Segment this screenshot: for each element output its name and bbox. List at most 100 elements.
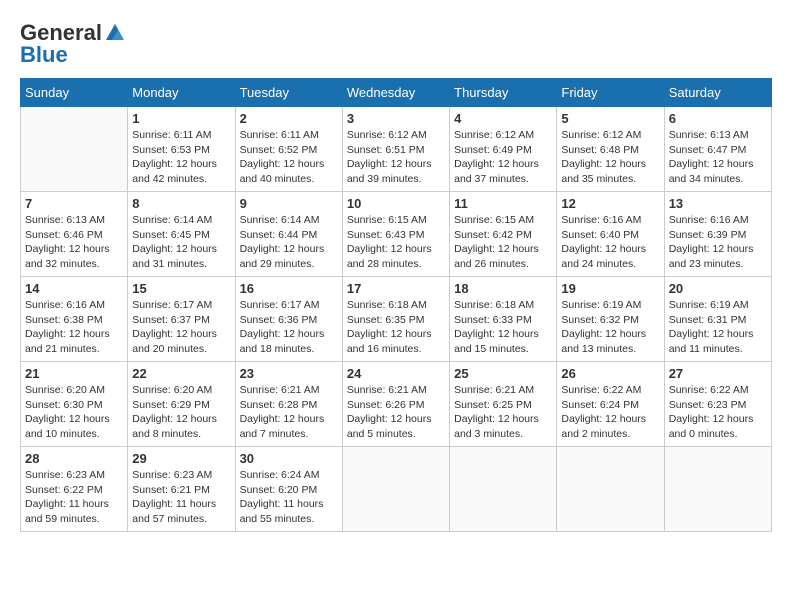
day-number: 11 (454, 196, 552, 211)
calendar-day-cell: 27 Sunrise: 6:22 AM Sunset: 6:23 PM Dayl… (664, 362, 771, 447)
day-number: 10 (347, 196, 445, 211)
daylight-label: Daylight: 12 hours and 20 minutes. (132, 328, 217, 355)
day-info: Sunrise: 6:19 AM Sunset: 6:31 PM Dayligh… (669, 298, 767, 357)
calendar-day-cell: 5 Sunrise: 6:12 AM Sunset: 6:48 PM Dayli… (557, 107, 664, 192)
calendar-day-cell: 16 Sunrise: 6:17 AM Sunset: 6:36 PM Dayl… (235, 277, 342, 362)
daylight-label: Daylight: 12 hours and 32 minutes. (25, 243, 110, 270)
sunrise-label: Sunrise: 6:13 AM (25, 214, 105, 226)
sunset-label: Sunset: 6:25 PM (454, 399, 532, 411)
day-info: Sunrise: 6:20 AM Sunset: 6:30 PM Dayligh… (25, 383, 123, 442)
sunset-label: Sunset: 6:37 PM (132, 314, 210, 326)
day-number: 30 (240, 451, 338, 466)
day-number: 8 (132, 196, 230, 211)
day-info: Sunrise: 6:23 AM Sunset: 6:22 PM Dayligh… (25, 468, 123, 527)
sunset-label: Sunset: 6:28 PM (240, 399, 318, 411)
calendar-day-cell: 26 Sunrise: 6:22 AM Sunset: 6:24 PM Dayl… (557, 362, 664, 447)
calendar-day-cell (342, 447, 449, 532)
daylight-label: Daylight: 12 hours and 18 minutes. (240, 328, 325, 355)
calendar-header-cell: Saturday (664, 79, 771, 107)
day-info: Sunrise: 6:21 AM Sunset: 6:25 PM Dayligh… (454, 383, 552, 442)
day-number: 17 (347, 281, 445, 296)
day-info: Sunrise: 6:19 AM Sunset: 6:32 PM Dayligh… (561, 298, 659, 357)
sunrise-label: Sunrise: 6:17 AM (132, 299, 212, 311)
sunset-label: Sunset: 6:23 PM (669, 399, 747, 411)
sunset-label: Sunset: 6:30 PM (25, 399, 103, 411)
daylight-label: Daylight: 12 hours and 7 minutes. (240, 413, 325, 440)
calendar-header-cell: Wednesday (342, 79, 449, 107)
day-number: 27 (669, 366, 767, 381)
sunset-label: Sunset: 6:38 PM (25, 314, 103, 326)
daylight-label: Daylight: 11 hours and 57 minutes. (132, 498, 216, 525)
day-number: 22 (132, 366, 230, 381)
calendar-day-cell: 24 Sunrise: 6:21 AM Sunset: 6:26 PM Dayl… (342, 362, 449, 447)
day-number: 21 (25, 366, 123, 381)
page-header: General Blue (20, 20, 772, 68)
daylight-label: Daylight: 12 hours and 5 minutes. (347, 413, 432, 440)
daylight-label: Daylight: 12 hours and 23 minutes. (669, 243, 754, 270)
day-info: Sunrise: 6:12 AM Sunset: 6:49 PM Dayligh… (454, 128, 552, 187)
sunrise-label: Sunrise: 6:16 AM (25, 299, 105, 311)
calendar-week-row: 14 Sunrise: 6:16 AM Sunset: 6:38 PM Dayl… (21, 277, 772, 362)
daylight-label: Daylight: 12 hours and 26 minutes. (454, 243, 539, 270)
calendar-header: SundayMondayTuesdayWednesdayThursdayFrid… (21, 79, 772, 107)
day-number: 23 (240, 366, 338, 381)
sunrise-label: Sunrise: 6:20 AM (132, 384, 212, 396)
calendar-day-cell: 3 Sunrise: 6:12 AM Sunset: 6:51 PM Dayli… (342, 107, 449, 192)
sunset-label: Sunset: 6:33 PM (454, 314, 532, 326)
sunrise-label: Sunrise: 6:13 AM (669, 129, 749, 141)
day-info: Sunrise: 6:17 AM Sunset: 6:37 PM Dayligh… (132, 298, 230, 357)
day-info: Sunrise: 6:22 AM Sunset: 6:24 PM Dayligh… (561, 383, 659, 442)
calendar-day-cell: 20 Sunrise: 6:19 AM Sunset: 6:31 PM Dayl… (664, 277, 771, 362)
sunset-label: Sunset: 6:52 PM (240, 144, 318, 156)
daylight-label: Daylight: 12 hours and 13 minutes. (561, 328, 646, 355)
calendar-day-cell: 7 Sunrise: 6:13 AM Sunset: 6:46 PM Dayli… (21, 192, 128, 277)
day-number: 2 (240, 111, 338, 126)
daylight-label: Daylight: 12 hours and 37 minutes. (454, 158, 539, 185)
day-info: Sunrise: 6:14 AM Sunset: 6:45 PM Dayligh… (132, 213, 230, 272)
day-number: 20 (669, 281, 767, 296)
sunset-label: Sunset: 6:22 PM (25, 484, 103, 496)
sunset-label: Sunset: 6:26 PM (347, 399, 425, 411)
calendar-table: SundayMondayTuesdayWednesdayThursdayFrid… (20, 78, 772, 532)
daylight-label: Daylight: 12 hours and 29 minutes. (240, 243, 325, 270)
sunrise-label: Sunrise: 6:14 AM (132, 214, 212, 226)
daylight-label: Daylight: 11 hours and 55 minutes. (240, 498, 324, 525)
sunrise-label: Sunrise: 6:15 AM (454, 214, 534, 226)
day-number: 25 (454, 366, 552, 381)
day-info: Sunrise: 6:13 AM Sunset: 6:47 PM Dayligh… (669, 128, 767, 187)
day-number: 4 (454, 111, 552, 126)
daylight-label: Daylight: 12 hours and 16 minutes. (347, 328, 432, 355)
day-info: Sunrise: 6:20 AM Sunset: 6:29 PM Dayligh… (132, 383, 230, 442)
sunset-label: Sunset: 6:29 PM (132, 399, 210, 411)
day-info: Sunrise: 6:22 AM Sunset: 6:23 PM Dayligh… (669, 383, 767, 442)
sunrise-label: Sunrise: 6:21 AM (454, 384, 534, 396)
calendar-header-cell: Friday (557, 79, 664, 107)
calendar-day-cell: 2 Sunrise: 6:11 AM Sunset: 6:52 PM Dayli… (235, 107, 342, 192)
day-number: 5 (561, 111, 659, 126)
day-info: Sunrise: 6:17 AM Sunset: 6:36 PM Dayligh… (240, 298, 338, 357)
sunrise-label: Sunrise: 6:11 AM (240, 129, 319, 141)
day-number: 18 (454, 281, 552, 296)
daylight-label: Daylight: 12 hours and 3 minutes. (454, 413, 539, 440)
logo-blue-text: Blue (20, 42, 68, 68)
calendar-day-cell: 29 Sunrise: 6:23 AM Sunset: 6:21 PM Dayl… (128, 447, 235, 532)
day-info: Sunrise: 6:13 AM Sunset: 6:46 PM Dayligh… (25, 213, 123, 272)
calendar-day-cell: 25 Sunrise: 6:21 AM Sunset: 6:25 PM Dayl… (450, 362, 557, 447)
logo: General Blue (20, 20, 126, 68)
calendar-day-cell: 17 Sunrise: 6:18 AM Sunset: 6:35 PM Dayl… (342, 277, 449, 362)
sunrise-label: Sunrise: 6:23 AM (25, 469, 105, 481)
day-number: 28 (25, 451, 123, 466)
calendar-day-cell: 30 Sunrise: 6:24 AM Sunset: 6:20 PM Dayl… (235, 447, 342, 532)
sunrise-label: Sunrise: 6:19 AM (561, 299, 641, 311)
day-number: 16 (240, 281, 338, 296)
sunset-label: Sunset: 6:39 PM (669, 229, 747, 241)
calendar-day-cell: 11 Sunrise: 6:15 AM Sunset: 6:42 PM Dayl… (450, 192, 557, 277)
day-info: Sunrise: 6:16 AM Sunset: 6:40 PM Dayligh… (561, 213, 659, 272)
calendar-week-row: 28 Sunrise: 6:23 AM Sunset: 6:22 PM Dayl… (21, 447, 772, 532)
calendar-day-cell: 8 Sunrise: 6:14 AM Sunset: 6:45 PM Dayli… (128, 192, 235, 277)
calendar-day-cell: 22 Sunrise: 6:20 AM Sunset: 6:29 PM Dayl… (128, 362, 235, 447)
day-info: Sunrise: 6:14 AM Sunset: 6:44 PM Dayligh… (240, 213, 338, 272)
daylight-label: Daylight: 12 hours and 31 minutes. (132, 243, 217, 270)
day-info: Sunrise: 6:18 AM Sunset: 6:35 PM Dayligh… (347, 298, 445, 357)
sunset-label: Sunset: 6:53 PM (132, 144, 210, 156)
